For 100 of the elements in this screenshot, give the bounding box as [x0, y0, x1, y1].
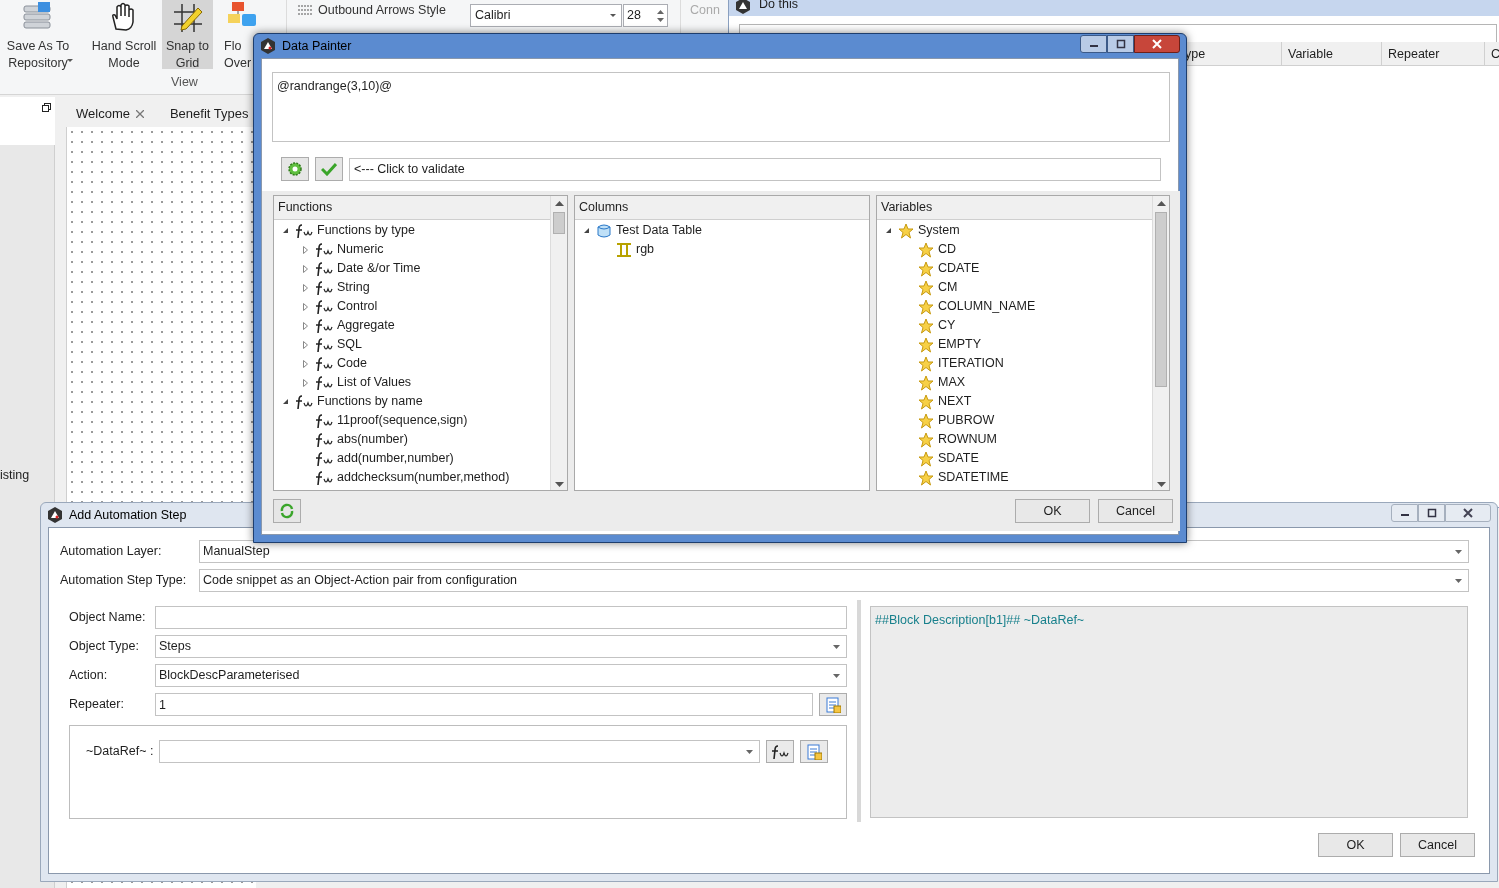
column-header[interactable]: Repeater [1382, 42, 1485, 66]
tree-item[interactable]: add(number,number) [337, 449, 454, 468]
star-icon [918, 374, 934, 391]
function-icon [315, 336, 333, 353]
close-button[interactable] [1134, 35, 1180, 53]
field-label: ~DataRef~ : [86, 743, 154, 761]
star-icon [918, 317, 934, 334]
input-field[interactable]: 1 [155, 693, 813, 716]
tree-item[interactable]: Functions by name [317, 392, 423, 411]
collapsed-arrow-icon[interactable] [302, 340, 310, 349]
refresh-button[interactable] [273, 499, 301, 523]
dialog-button[interactable]: Cancel [1098, 499, 1173, 523]
tree-item[interactable]: rgb [636, 240, 655, 259]
tree-item[interactable]: Numeric [337, 240, 384, 259]
tree-item[interactable]: Control [337, 297, 378, 316]
ribbon-button[interactable]: Hand Scroll Mode [88, 0, 160, 69]
scrollbar[interactable] [550, 196, 567, 490]
collapsed-arrow-icon[interactable] [302, 245, 310, 254]
close-button[interactable] [1445, 504, 1491, 522]
caret-icon [609, 13, 617, 18]
function-icon [315, 317, 333, 334]
collapsed-arrow-icon[interactable] [302, 264, 310, 273]
validation-field: <--- Click to validate [349, 157, 1161, 181]
ribbon-button[interactable]: Snap to Grid [162, 0, 213, 69]
scrollbar[interactable] [1152, 196, 1169, 490]
tree-item[interactable]: Code [337, 354, 367, 373]
dialog-button[interactable]: OK [1015, 499, 1090, 523]
browse-button[interactable] [800, 740, 829, 763]
column-icon [616, 241, 632, 258]
tree-item[interactable]: addchecksum(number,method) [337, 468, 510, 487]
collapsed-arrow-icon[interactable] [302, 302, 310, 311]
font-combo[interactable]: Calibri [470, 4, 622, 27]
tree-item[interactable]: Date &/or Time [337, 259, 421, 278]
expression-field[interactable]: @randrange(3,10)@ [272, 72, 1170, 142]
tree-item[interactable]: System [918, 221, 960, 240]
scroll-thumb[interactable] [553, 212, 565, 234]
document-tab[interactable]: Welcome [66, 102, 154, 126]
app-logo-icon [735, 0, 751, 14]
tree-item[interactable]: Test Data Table [616, 221, 702, 240]
tree-item[interactable]: COLUMN_NAME [938, 297, 1036, 316]
font-size-spinner[interactable]: 28 [623, 4, 668, 27]
tree-item[interactable]: SQL [337, 335, 362, 354]
combo-box[interactable]: Steps [155, 635, 847, 658]
app-logo-icon [47, 507, 63, 523]
column-header[interactable]: Variable [1282, 42, 1382, 66]
scroll-thumb[interactable] [1155, 212, 1167, 387]
app-logo-icon [260, 38, 276, 54]
combo-box[interactable]: Code snippet as an Object-Action pair from configuration [199, 569, 1469, 592]
minimize-button[interactable] [1080, 35, 1107, 53]
tree-item[interactable]: MAX [938, 373, 966, 392]
tree-item[interactable]: ITERATION [938, 354, 1004, 373]
tree-item[interactable]: CDATE [938, 259, 980, 278]
tree-item[interactable]: EMPTY [938, 335, 982, 354]
ribbon-label: Outbound Arrows Style [318, 2, 446, 19]
dialog-button[interactable]: Cancel [1400, 833, 1475, 857]
maximize-button[interactable] [1107, 35, 1134, 53]
ribbon-button[interactable]: Flo Over [222, 0, 262, 69]
dialog-button[interactable]: OK [1318, 833, 1393, 857]
tree-item[interactable]: CY [938, 316, 956, 335]
scroll-up-icon [1157, 201, 1166, 206]
input-field[interactable] [155, 606, 847, 629]
tree-item[interactable]: CD [938, 240, 957, 259]
tree-item[interactable]: Functions by type [317, 221, 415, 240]
tree-item[interactable]: 11proof(sequence,sign) [337, 411, 468, 430]
tree-item[interactable]: PUBROW [938, 411, 995, 430]
document-tab[interactable]: Benefit Types [159, 102, 259, 126]
tree-item[interactable]: CM [938, 278, 958, 297]
collapsed-arrow-icon[interactable] [302, 359, 310, 368]
document-icon [806, 743, 823, 760]
expanded-arrow-icon[interactable] [282, 226, 290, 235]
ribbon-button[interactable]: Save As To Repository [0, 0, 76, 69]
tree-item[interactable]: List of Values [337, 373, 412, 392]
tree-item[interactable]: SDATE [938, 449, 979, 468]
collapsed-arrow-icon[interactable] [302, 283, 310, 292]
gear-button[interactable] [281, 157, 309, 181]
expanded-arrow-icon[interactable] [885, 226, 893, 235]
tree-item[interactable]: Aggregate [337, 316, 395, 335]
collapsed-arrow-icon[interactable] [302, 378, 310, 387]
collapsed-arrow-icon[interactable] [302, 321, 310, 330]
side-panel-text: isting [0, 467, 30, 484]
maximize-icon [1115, 39, 1126, 49]
validate-button[interactable] [315, 157, 343, 181]
ribbon-label: Conn [690, 2, 720, 19]
maximize-button[interactable] [1418, 504, 1445, 522]
tree-item[interactable]: SDATETIME [938, 468, 1009, 487]
tree-item[interactable]: NEXT [938, 392, 972, 411]
function-button[interactable] [766, 740, 795, 763]
tree-item[interactable]: String [337, 278, 370, 297]
expanded-arrow-icon[interactable] [583, 226, 591, 235]
tree-item[interactable]: abs(number) [337, 430, 408, 449]
field-label: Action: [69, 667, 109, 685]
expanded-arrow-icon[interactable] [282, 397, 290, 406]
lines-icon [298, 5, 313, 16]
column-header[interactable]: C [1485, 42, 1499, 66]
minimize-button[interactable] [1391, 504, 1418, 522]
function-icon [315, 412, 333, 429]
combo-box[interactable]: BlockDescParameterised [155, 664, 847, 687]
browse-button[interactable] [819, 693, 847, 716]
star-icon [918, 279, 934, 296]
tree-item[interactable]: ROWNUM [938, 430, 997, 449]
